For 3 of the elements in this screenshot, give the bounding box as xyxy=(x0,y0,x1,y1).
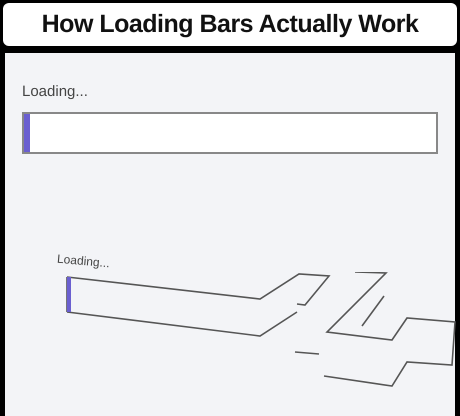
meme-title: How Loading Bars Actually Work xyxy=(42,10,418,39)
loading-label: Loading... xyxy=(22,83,88,100)
loading-label: Loading... xyxy=(56,252,110,270)
